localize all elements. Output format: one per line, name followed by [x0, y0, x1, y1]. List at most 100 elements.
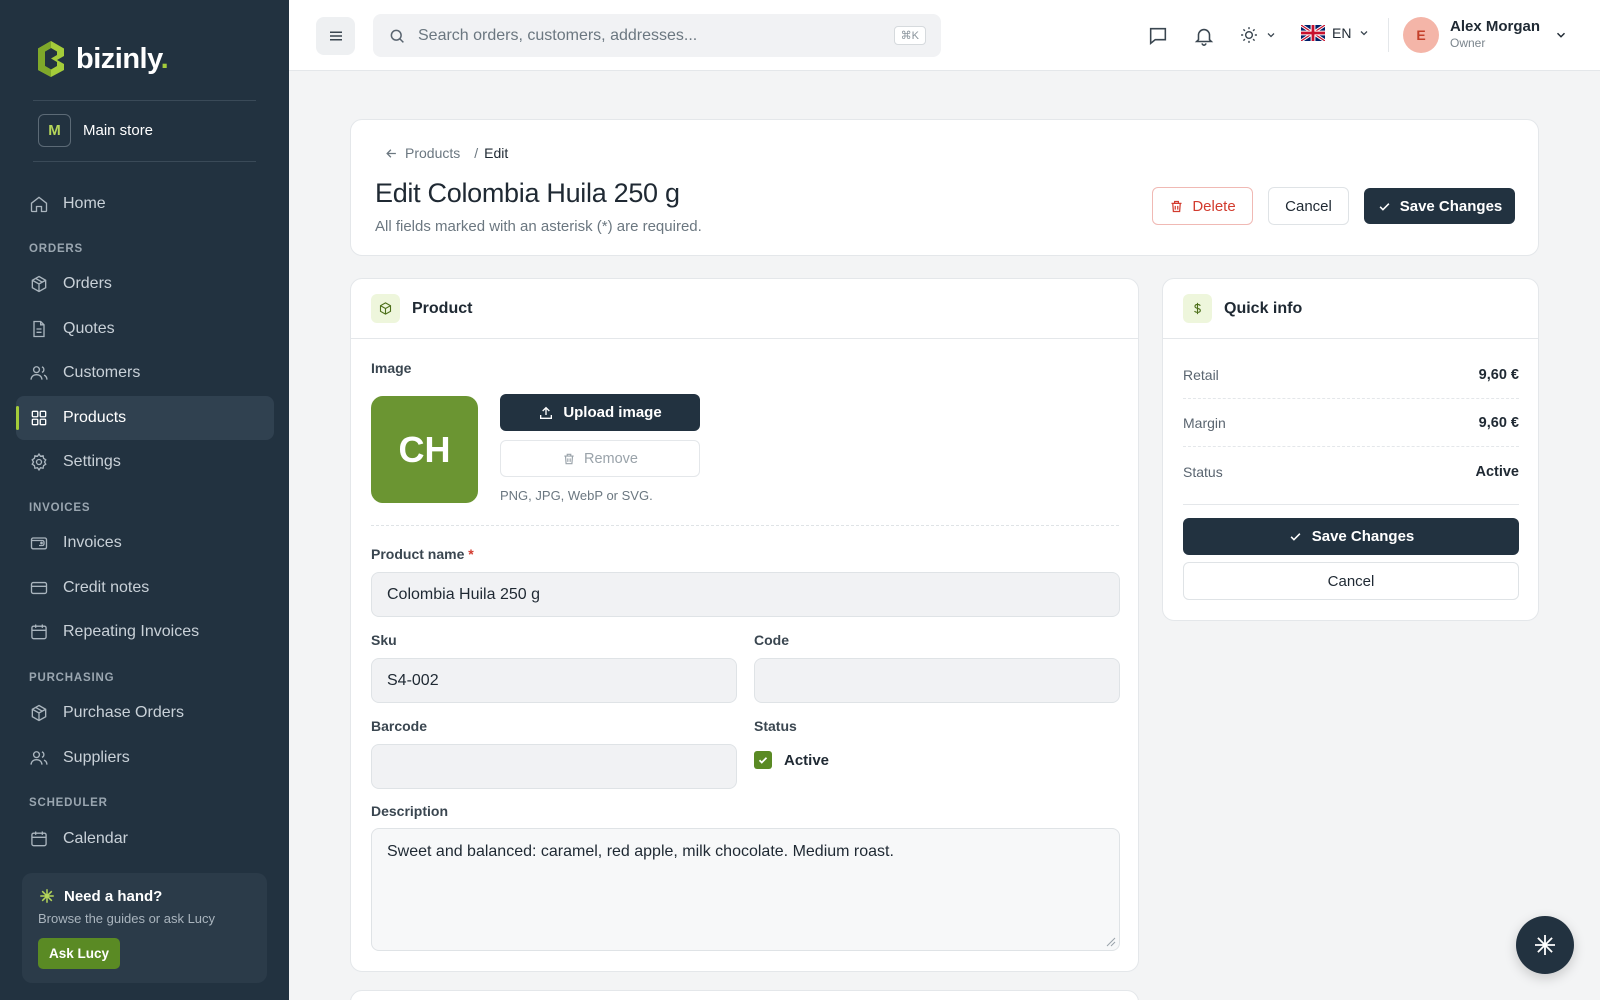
avatar[interactable]: E: [1403, 17, 1439, 53]
sidebar-item-repeating-invoices[interactable]: Repeating Invoices: [16, 610, 274, 654]
description-label: Description: [371, 803, 449, 819]
sidebar-divider: [33, 100, 256, 101]
quick-info-row-status: Status Active: [1183, 448, 1519, 495]
quick-info-row-margin: Margin 9,60 €: [1183, 400, 1519, 447]
sidebar-item-label: Credit notes: [63, 579, 150, 596]
barcode-input[interactable]: [371, 744, 737, 789]
product-name-input[interactable]: Colombia Huila 250 g: [371, 572, 1120, 617]
sidebar-item-quotes[interactable]: Quotes: [16, 307, 274, 351]
trash-icon: [564, 453, 574, 464]
menu-toggle-button[interactable]: [316, 17, 355, 55]
sidebar-item-label: Repeating Invoices: [63, 623, 200, 640]
save-changes-button[interactable]: Save Changes: [1364, 188, 1515, 224]
product-card: Product Image CH Upload image Remove PNG…: [350, 278, 1139, 972]
code-input[interactable]: [754, 658, 1120, 703]
store-switcher[interactable]: M Main store: [38, 114, 153, 147]
search-bar[interactable]: Search orders, customers, addresses... ⌘…: [373, 14, 941, 57]
page-header-card: Products / Edit Edit Colombia Huila 250 …: [350, 119, 1539, 256]
sidebar-item-label: Orders: [63, 275, 112, 292]
search-shortcut: ⌘K: [893, 26, 926, 45]
nav-section-invoices: INVOICES: [29, 502, 91, 514]
nav-section-scheduler: SCHEDULER: [29, 797, 108, 809]
user-name: Alex Morgan: [1450, 18, 1541, 35]
quick-info-title: Quick info: [1224, 299, 1303, 317]
code-label: Code: [754, 632, 789, 648]
theme-toggle[interactable]: [1239, 25, 1277, 45]
upload-image-button[interactable]: Upload image: [500, 394, 700, 431]
delete-label: Delete: [1192, 197, 1236, 215]
quick-info-header: Quick info: [1163, 279, 1538, 339]
store-name: Main store: [83, 122, 154, 139]
users-icon: [30, 366, 48, 380]
next-section-card: [350, 990, 1139, 1000]
topbar-separator: [1388, 18, 1389, 52]
store-badge: M: [38, 114, 71, 147]
delete-button[interactable]: Delete: [1152, 187, 1253, 225]
bell-icon[interactable]: [1193, 25, 1215, 47]
status-checkbox[interactable]: Active: [754, 751, 829, 769]
uk-flag-icon: [1301, 25, 1325, 41]
help-panel: Need a hand? Browse the guides or ask Lu…: [22, 873, 267, 983]
sidebar-item-label: Products: [63, 409, 127, 426]
quick-info-row-retail: Retail 9,60 €: [1183, 352, 1519, 399]
sidebar-item-credit-notes[interactable]: Credit notes: [16, 566, 274, 610]
box-icon: [31, 275, 47, 293]
image-label: Image: [371, 360, 412, 376]
quick-save-changes-button[interactable]: Save Changes: [1183, 518, 1519, 555]
sidebar-item-home[interactable]: Home: [16, 182, 274, 226]
sidebar-item-label: Quotes: [63, 320, 115, 337]
ask-lucy-button[interactable]: Ask Lucy: [38, 938, 121, 969]
trash-icon: [1171, 200, 1182, 212]
sidebar-item-products[interactable]: Products: [16, 396, 274, 440]
breadcrumb-products-link[interactable]: Products: [405, 145, 460, 161]
quick-info-value: 9,60 €: [1478, 415, 1519, 431]
remove-image-button[interactable]: Remove: [500, 440, 700, 477]
page-subtitle: All fields marked with an asterisk (*) a…: [375, 218, 702, 235]
calendar-icon: [31, 831, 47, 847]
chevron-down-icon[interactable]: [1554, 28, 1568, 42]
nav-section-orders: ORDERS: [29, 243, 84, 255]
description-text: Sweet and balanced: caramel, red apple, …: [387, 843, 894, 860]
sidebar-item-label: Customers: [63, 364, 141, 381]
help-subtitle: Browse the guides or ask Lucy: [38, 911, 216, 926]
assistant-fab-button[interactable]: [1516, 916, 1574, 974]
sidebar-item-invoices[interactable]: Invoices: [16, 521, 274, 565]
sidebar-item-orders[interactable]: Orders: [16, 262, 274, 306]
sidebar-item-purchase-orders[interactable]: Purchase Orders: [16, 691, 274, 735]
page-title: Edit Colombia Huila 250 g: [375, 178, 680, 208]
arrow-left-icon[interactable]: [384, 146, 399, 161]
chat-icon[interactable]: [1147, 25, 1169, 47]
gear-icon: [31, 452, 47, 472]
checkbox-checked-icon: [754, 751, 772, 769]
sku-input[interactable]: S4-002: [371, 658, 737, 703]
dollar-icon: [1183, 294, 1212, 323]
product-image: CH: [371, 396, 478, 503]
sidebar-item-label: Settings: [63, 453, 121, 470]
remove-image-label: Remove: [584, 450, 638, 467]
document-icon: [33, 320, 45, 338]
section-divider: [371, 525, 1119, 526]
brand-name: bizinly.: [76, 42, 169, 75]
sidebar-item-settings[interactable]: Settings: [16, 440, 274, 484]
search-input[interactable]: Search orders, customers, addresses...: [418, 27, 882, 45]
sidebar-item-calendar[interactable]: Calendar: [16, 817, 274, 861]
grid-icon: [31, 410, 47, 426]
sidebar-item-label: Calendar: [63, 830, 128, 847]
quick-cancel-button[interactable]: Cancel: [1183, 562, 1519, 600]
hamburger-icon: [329, 31, 342, 41]
user-menu[interactable]: Alex Morgan Owner: [1450, 18, 1540, 50]
sidebar-item-suppliers[interactable]: Suppliers: [16, 736, 274, 780]
description-textarea[interactable]: Sweet and balanced: caramel, red apple, …: [371, 828, 1120, 951]
box-icon: [371, 294, 400, 323]
image-hint: PNG, JPG, WebP or SVG.: [500, 488, 653, 503]
resize-handle-icon[interactable]: [1106, 937, 1116, 947]
sparkle-icon: [1535, 935, 1555, 955]
cancel-button[interactable]: Cancel: [1268, 187, 1349, 225]
quick-info-key: Status: [1183, 463, 1223, 480]
brand-logo[interactable]: bizinly.: [36, 40, 169, 78]
calendar-icon: [31, 624, 47, 640]
language-selector[interactable]: EN: [1301, 25, 1370, 41]
sparkle-icon: [40, 889, 54, 903]
quick-info-card: Quick info Retail 9,60 € Margin 9,60 € S…: [1162, 278, 1539, 621]
sidebar-item-customers[interactable]: Customers: [16, 351, 274, 395]
